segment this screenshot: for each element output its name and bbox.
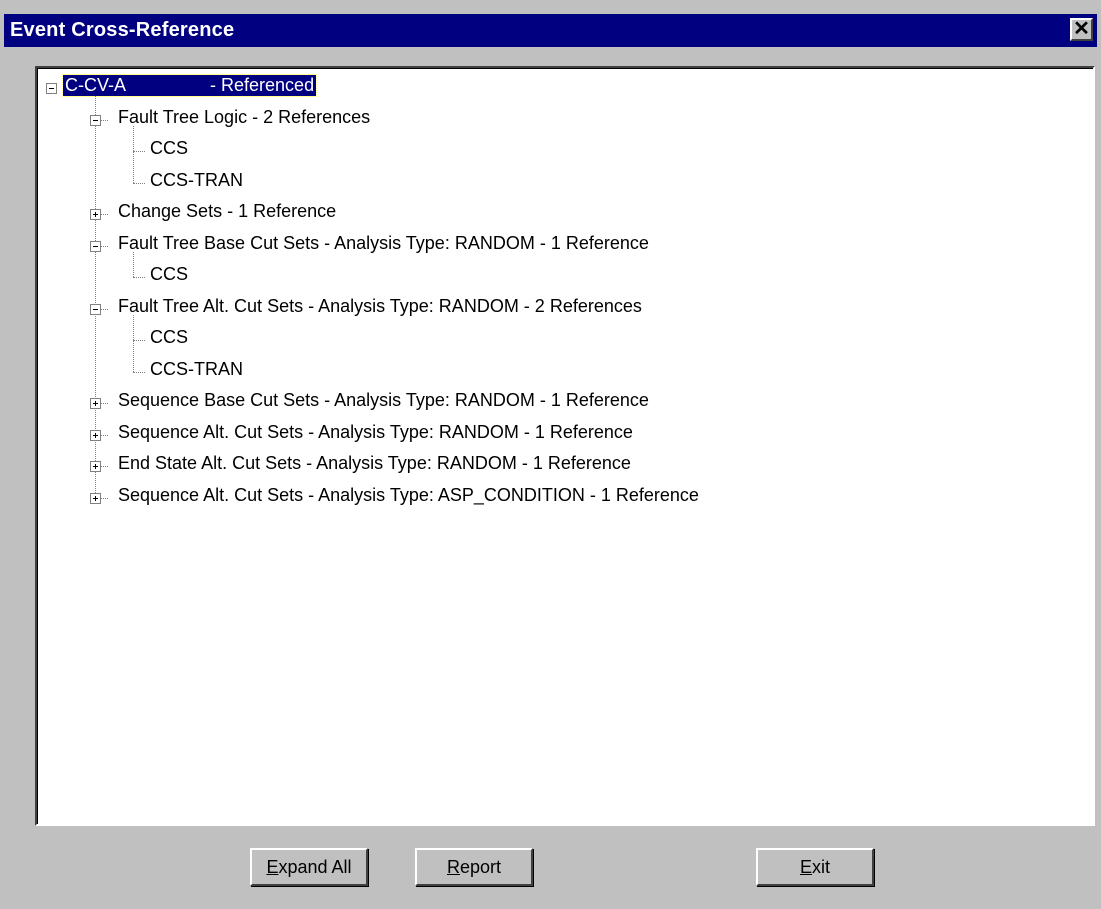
collapse-icon[interactable] bbox=[90, 114, 101, 126]
tree-connector bbox=[101, 497, 108, 499]
tree-leaf-label[interactable]: CCS bbox=[150, 264, 188, 285]
close-button[interactable]: ✕ bbox=[1070, 18, 1093, 41]
exit-button[interactable]: Exit bbox=[756, 848, 874, 886]
exit-label: xit bbox=[812, 857, 830, 877]
tree-leaf[interactable]: CCS bbox=[37, 261, 1093, 289]
tree-connector bbox=[101, 308, 108, 310]
expand-icon[interactable] bbox=[90, 492, 101, 504]
tree-node-label[interactable]: Fault Tree Logic - 2 References bbox=[118, 107, 370, 128]
expand-icon[interactable] bbox=[90, 398, 101, 409]
tree-connector bbox=[133, 182, 145, 184]
event-cross-reference-window: Event Cross-Reference ✕ C-CV-A - Referen… bbox=[0, 0, 1101, 909]
exit-mnemonic: E bbox=[799, 857, 812, 877]
expand-all-label: xpand All bbox=[278, 857, 352, 877]
tree-root-node[interactable]: C-CV-A - Referenced bbox=[37, 72, 1093, 100]
collapse-icon[interactable] bbox=[90, 303, 101, 315]
tree-node-label[interactable]: Fault Tree Alt. Cut Sets - Analysis Type… bbox=[118, 296, 642, 317]
tree-connector bbox=[101, 119, 108, 121]
close-icon: ✕ bbox=[1073, 18, 1090, 40]
expand-all-mnemonic: E bbox=[266, 857, 279, 877]
tree-connector bbox=[133, 251, 134, 277]
tree-connector bbox=[101, 466, 108, 467]
tree-connector bbox=[133, 277, 145, 278]
collapse-icon[interactable] bbox=[46, 83, 57, 94]
tree-leaf-label[interactable]: CCS bbox=[150, 327, 188, 348]
tree-connector bbox=[133, 340, 145, 341]
expand-icon[interactable] bbox=[90, 429, 101, 441]
tree-connector bbox=[133, 314, 134, 372]
tree-root-label[interactable]: C-CV-A - Referenced bbox=[61, 74, 318, 97]
expand-all-button[interactable]: Expand All bbox=[250, 848, 368, 886]
tree-node[interactable]: Sequence Base Cut Sets - Analysis Type: … bbox=[37, 387, 1093, 415]
tree-connector bbox=[133, 371, 145, 373]
tree-node[interactable]: Sequence Alt. Cut Sets - Analysis Type: … bbox=[37, 482, 1093, 510]
expand-icon[interactable] bbox=[90, 209, 101, 220]
tree-connector bbox=[101, 245, 108, 247]
tree-leaf-label[interactable]: CCS bbox=[150, 138, 188, 159]
tree-leaf-label[interactable]: CCS-TRAN bbox=[150, 359, 243, 380]
window-title: Event Cross-Reference bbox=[10, 19, 235, 41]
tree-node[interactable]: Sequence Alt. Cut Sets - Analysis Type: … bbox=[37, 419, 1093, 447]
tree-node-label[interactable]: Sequence Base Cut Sets - Analysis Type: … bbox=[118, 390, 649, 411]
tree-leaf-label[interactable]: CCS-TRAN bbox=[150, 170, 243, 191]
tree-node-label[interactable]: Sequence Alt. Cut Sets - Analysis Type: … bbox=[118, 485, 699, 506]
expand-icon[interactable] bbox=[90, 461, 101, 472]
tree-leaf[interactable]: CCS bbox=[37, 324, 1093, 352]
tree-node-label[interactable]: Change Sets - 1 Reference bbox=[118, 201, 336, 222]
tree-connector bbox=[133, 151, 145, 152]
title-bar[interactable]: Event Cross-Reference ✕ bbox=[4, 14, 1097, 47]
tree-connector bbox=[133, 125, 134, 183]
tree-leaf[interactable]: CCS-TRAN bbox=[37, 356, 1093, 384]
tree-node-label[interactable]: Fault Tree Base Cut Sets - Analysis Type… bbox=[118, 233, 649, 254]
tree-leaf[interactable]: CCS-TRAN bbox=[37, 167, 1093, 195]
report-label: eport bbox=[459, 857, 502, 877]
tree-node[interactable]: End State Alt. Cut Sets - Analysis Type:… bbox=[37, 450, 1093, 478]
tree-connector bbox=[101, 403, 108, 404]
tree-connector bbox=[101, 214, 108, 215]
cross-reference-tree[interactable]: C-CV-A - Referenced Fault Tree Logic - 2 … bbox=[35, 66, 1095, 826]
report-mnemonic: R bbox=[446, 857, 460, 877]
tree-node-label[interactable]: End State Alt. Cut Sets - Analysis Type:… bbox=[118, 453, 631, 474]
tree-node[interactable]: Fault Tree Alt. Cut Sets - Analysis Type… bbox=[37, 293, 1093, 321]
tree-node-label[interactable]: Sequence Alt. Cut Sets - Analysis Type: … bbox=[118, 422, 633, 443]
collapse-icon[interactable] bbox=[90, 240, 101, 252]
tree-node[interactable]: Fault Tree Logic - 2 References bbox=[37, 104, 1093, 132]
tree-connector bbox=[101, 434, 108, 436]
tree-leaf[interactable]: CCS bbox=[37, 135, 1093, 163]
tree-node[interactable]: Change Sets - 1 Reference bbox=[37, 198, 1093, 226]
tree-node[interactable]: Fault Tree Base Cut Sets - Analysis Type… bbox=[37, 230, 1093, 258]
report-button[interactable]: Report bbox=[415, 848, 533, 886]
